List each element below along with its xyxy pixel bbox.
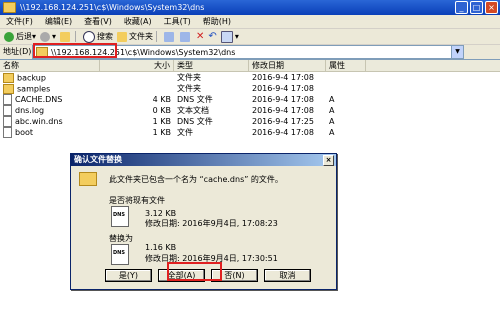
views-button[interactable]: ▾	[220, 30, 239, 43]
up-button[interactable]	[60, 31, 72, 42]
cell-size: 1 KB	[152, 128, 171, 137]
table-row[interactable]: boot 1 KB 文件 2016-9-4 17:08 A	[0, 127, 500, 138]
table-row[interactable]: samples 文件夹 2016-9-4 17:08	[0, 83, 500, 94]
cell-attr: A	[329, 117, 335, 126]
cell-date: 2016-9-4 17:08	[252, 128, 314, 137]
cell-type: DNS 文件	[177, 117, 213, 126]
cell-name: abc.win.dns	[0, 116, 100, 127]
folders-button[interactable]: 文件夹	[117, 31, 153, 42]
cell-attr: A	[329, 95, 335, 104]
delete-button[interactable]: ✕	[196, 31, 204, 42]
table-row[interactable]: CACHE.DNS 4 KB DNS 文件 2016-9-4 17:08 A	[0, 94, 500, 105]
move-to-button[interactable]	[164, 31, 176, 42]
column-size[interactable]: 大小	[100, 60, 174, 71]
file-icon	[3, 127, 12, 138]
search-button[interactable]: 搜索	[83, 30, 113, 43]
cell-size: 1 KB	[152, 117, 171, 126]
new-size: 1.16 KB	[145, 243, 177, 252]
copy-to-button[interactable]	[180, 31, 192, 42]
up-folder-icon	[60, 31, 71, 42]
folder-move-icon	[79, 172, 97, 186]
column-date[interactable]: 修改日期	[249, 60, 326, 71]
back-button[interactable]: 后退 ▾	[4, 31, 36, 42]
undo-button[interactable]: ↶	[208, 31, 216, 42]
column-attr[interactable]: 属性	[326, 60, 366, 71]
dialog-title: 确认文件替换 ×	[71, 154, 336, 166]
replace-label: 替换为	[109, 234, 133, 243]
forward-button[interactable]: ▾	[40, 31, 56, 42]
cell-type: 文件	[177, 128, 193, 137]
maximize-button[interactable]: □	[470, 1, 483, 14]
cell-date: 2016-9-4 17:25	[252, 117, 314, 126]
chevron-down-icon[interactable]: ▼	[451, 46, 463, 58]
minimize-button[interactable]: _	[455, 1, 468, 14]
cell-date: 2016-9-4 17:08	[252, 106, 314, 115]
folder-icon	[3, 2, 16, 13]
folder-icon	[3, 83, 14, 94]
cell-type: DNS 文件	[177, 95, 213, 104]
yes-to-all-highlight	[167, 262, 222, 281]
cell-size: 4 KB	[152, 95, 171, 104]
cancel-button[interactable]: 取消	[264, 269, 311, 282]
cell-attr: A	[329, 106, 335, 115]
cell-type: 文件夹	[177, 73, 201, 82]
column-name[interactable]: 名称	[0, 60, 100, 71]
menu-help[interactable]: 帮助(H)	[197, 16, 237, 27]
address-highlight	[33, 43, 117, 58]
delete-icon: ✕	[196, 31, 205, 42]
menu-tools[interactable]: 工具(T)	[158, 16, 197, 27]
undo-icon: ↶	[208, 31, 217, 42]
move-icon	[164, 31, 175, 42]
views-icon	[220, 30, 233, 43]
folder-icon	[3, 72, 14, 83]
file-icon	[3, 116, 12, 127]
folders-icon	[117, 31, 128, 42]
close-button[interactable]: ×	[485, 1, 498, 14]
cell-name: boot	[0, 127, 100, 138]
cell-type: 文本文档	[177, 106, 209, 115]
table-row[interactable]: dns.log 0 KB 文本文档 2016-9-4 17:08 A	[0, 105, 500, 116]
table-row[interactable]: backup 文件夹 2016-9-4 17:08	[0, 72, 500, 83]
menu-edit[interactable]: 编辑(E)	[39, 16, 78, 27]
window-title: \\192.168.124.251\c$\Windows\System32\dn…	[20, 3, 205, 12]
cell-name: dns.log	[0, 105, 100, 116]
table-row[interactable]: abc.win.dns 1 KB DNS 文件 2016-9-4 17:25 A	[0, 116, 500, 127]
cell-date: 2016-9-4 17:08	[252, 95, 314, 104]
back-arrow-icon	[4, 31, 14, 42]
dns-file-icon: DNS	[111, 206, 129, 227]
file-icon	[3, 94, 12, 105]
dialog-message: 此文件夹已包含一个名为 “cache.dns” 的文件。	[109, 175, 283, 184]
dialog-question: 是否将现有文件	[109, 196, 165, 205]
existing-date: 修改日期: 2016年9月4日, 17:08:23	[145, 219, 278, 228]
dialog-close-button[interactable]: ×	[323, 155, 334, 166]
cell-name: CACHE.DNS	[0, 94, 100, 105]
menu-bar: 文件(F) 编辑(E) 查看(V) 收藏(A) 工具(T) 帮助(H)	[0, 15, 500, 29]
menu-file[interactable]: 文件(F)	[0, 16, 39, 27]
list-header: 名称 大小 类型 修改日期 属性	[0, 60, 500, 72]
cell-date: 2016-9-4 17:08	[252, 84, 314, 93]
dns-file-icon: DNS	[111, 244, 129, 265]
menu-favorites[interactable]: 收藏(A)	[118, 16, 158, 27]
copy-icon	[180, 31, 191, 42]
window-titlebar: \\192.168.124.251\c$\Windows\System32\dn…	[0, 0, 500, 15]
cell-name: backup	[0, 72, 100, 83]
cell-attr: A	[329, 128, 335, 137]
menu-view[interactable]: 查看(V)	[78, 16, 118, 27]
column-type[interactable]: 类型	[174, 60, 249, 71]
cell-size: 0 KB	[152, 106, 171, 115]
address-label: 地址(D)	[3, 47, 32, 56]
cell-name: samples	[0, 83, 100, 94]
forward-arrow-icon	[40, 31, 51, 42]
existing-size: 3.12 KB	[145, 209, 177, 218]
cell-type: 文件夹	[177, 84, 201, 93]
file-icon	[3, 105, 12, 116]
yes-button[interactable]: 是(Y)	[105, 269, 152, 282]
search-icon	[83, 30, 96, 43]
cell-date: 2016-9-4 17:08	[252, 73, 314, 82]
